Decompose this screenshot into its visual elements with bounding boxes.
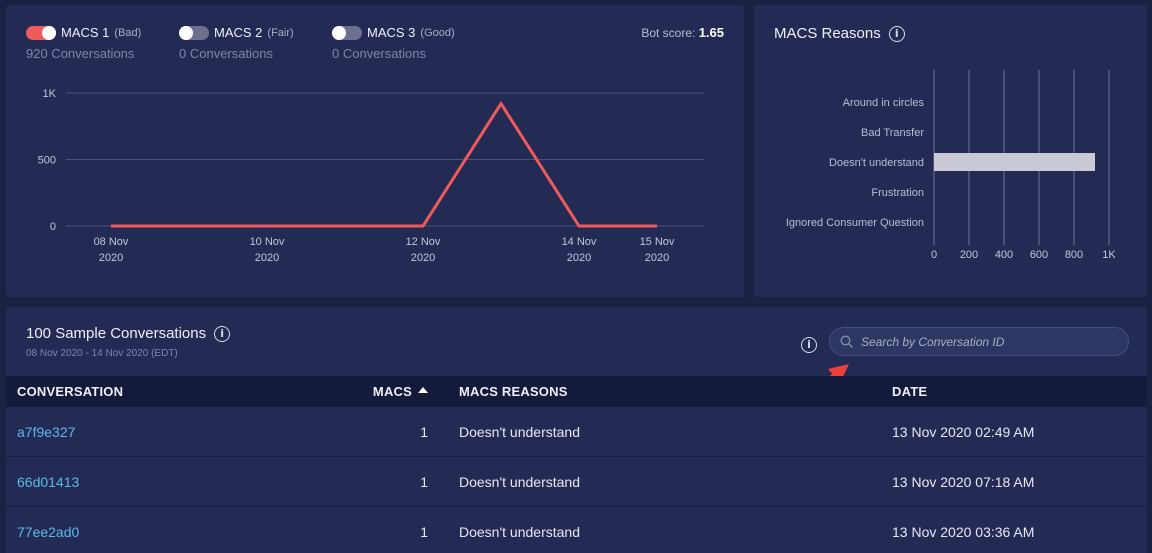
x-tick-label: 12 Nov [406,236,441,248]
macs-trend-panel: MACS 1 (Bad) 920 Conversations MACS 2 (F… [6,5,744,297]
table-row: 77ee2ad0 1 Doesn't understand 13 Nov 202… [6,507,1147,553]
column-header-date[interactable]: DATE [892,384,1147,399]
x-tick-label-year: 2020 [255,252,279,264]
y-tick-label: 1K [43,88,57,100]
macs-reason: Doesn't understand [459,423,580,440]
x-tick-label: 200 [960,249,978,261]
x-tick-label: 08 Nov [94,236,129,248]
x-tick-label-year: 2020 [567,252,591,264]
x-tick-label: 10 Nov [250,236,285,248]
search-info-icon[interactable]: i [801,337,817,353]
x-tick-label: 1K [1102,249,1116,261]
x-tick-label: 400 [995,249,1013,261]
category-label: Around in circles [843,97,925,109]
conversation-date: 13 Nov 2020 03:36 AM [892,523,1035,540]
macs-reason: Doesn't understand [459,523,580,540]
conversation-id-link[interactable]: 77ee2ad0 [6,524,376,540]
series-line-macs-1 [111,100,657,228]
macs-line-chart: 0 500 1K 08 Nov 2020 10 Nov 2020 12 Nov 2020 14 N… [38,88,704,264]
sort-ascending-icon [418,386,428,393]
conversation-id-link[interactable]: 66d01413 [6,474,376,490]
category-label: Doesn't understand [829,157,924,169]
conversations-table: CONVERSATION MACS MACS REASONS DATE a7f9… [6,376,1147,553]
macs-value: 1 [420,473,428,490]
column-header-conversation[interactable]: CONVERSATION [6,384,376,399]
x-tick-label-year: 2020 [99,252,123,264]
macs-reasons-bar-chart: 0 200 400 600 800 1K Around in circles Bad Tran… [786,70,1116,261]
y-tick-label: 0 [50,221,56,233]
category-label: Bad Transfer [861,127,924,139]
x-tick-label-year: 2020 [411,252,435,264]
sample-conversations-panel: 100 Sample Conversations i 08 Nov 2020 -… [6,307,1147,553]
x-tick-label-year: 2020 [645,252,669,264]
search-icon [840,335,853,348]
x-tick-label: 15 Nov [640,236,675,248]
macs-reasons-panel: MACS Reasons i 0 200 400 600 800 1K Around in … [754,5,1147,297]
table-row: a7f9e327 1 Doesn't understand 13 Nov 202… [6,407,1147,457]
x-tick-label: 600 [1030,249,1048,261]
column-header-macs-reasons[interactable]: MACS REASONS [436,384,892,399]
conversation-date: 13 Nov 2020 07:18 AM [892,473,1035,490]
y-tick-label: 500 [38,155,56,167]
table-header: CONVERSATION MACS MACS REASONS DATE [6,376,1147,407]
macs-value: 1 [420,523,428,540]
table-row: 66d01413 1 Doesn't understand 13 Nov 202… [6,457,1147,507]
bar [934,153,1095,171]
x-tick-label: 14 Nov [562,236,597,248]
search-input[interactable] [861,334,1111,349]
x-tick-label: 800 [1065,249,1083,261]
column-header-macs-label: MACS [372,384,412,399]
conversation-date: 13 Nov 2020 02:49 AM [892,423,1035,440]
macs-reason: Doesn't understand [459,473,580,490]
conversations-title-text: 100 Sample Conversations [26,325,207,342]
conversations-title: 100 Sample Conversations i [26,325,231,342]
category-label: Frustration [871,187,924,199]
category-label: Ignored Consumer Question [786,217,924,229]
conversation-id-link[interactable]: a7f9e327 [6,424,376,440]
info-icon[interactable]: i [214,325,231,342]
macs-value: 1 [420,423,428,440]
column-header-macs[interactable]: MACS [372,384,436,399]
search-box[interactable] [829,327,1129,356]
date-range: 08 Nov 2020 - 14 Nov 2020 (EDT) [26,348,178,359]
x-tick-label: 0 [931,249,937,261]
